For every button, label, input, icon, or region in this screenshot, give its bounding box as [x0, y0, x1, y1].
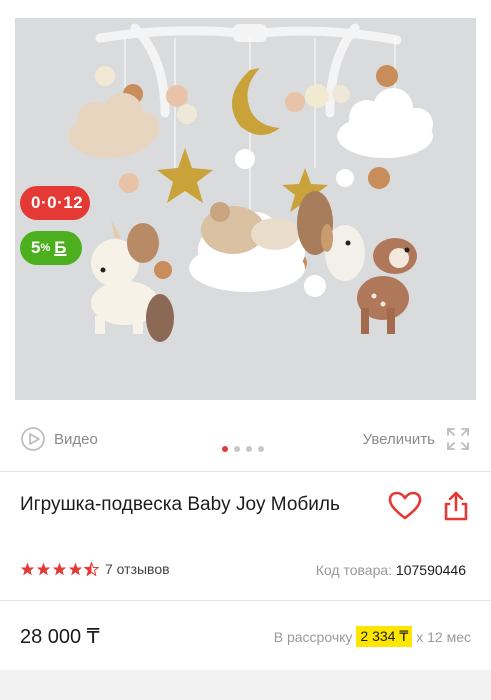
bonus-percent-sign: % [40, 242, 51, 254]
product-code-value: 107590446 [395, 562, 466, 578]
installment-suffix: х 12 мес [416, 628, 471, 645]
installment-prefix: В рассрочку [273, 628, 353, 645]
zoom-button[interactable]: Увеличить [363, 426, 471, 452]
divider [0, 471, 491, 472]
bonus-percent: 5 [31, 238, 41, 257]
pagination-dot[interactable] [246, 446, 252, 452]
favorite-button[interactable] [388, 491, 422, 526]
rating[interactable]: 7 отзывов [20, 561, 170, 577]
share-button[interactable] [442, 490, 470, 527]
star-icon [52, 562, 67, 576]
installment-info[interactable]: В рассрочку 2 334 ₸ х 12 мес [274, 626, 471, 647]
zoom-label: Увеличить [362, 430, 435, 448]
section-separator [0, 670, 491, 700]
reviews-link[interactable]: 7 отзывов [105, 561, 170, 577]
star-icon [20, 562, 35, 576]
installment-badge-text: 0·0·12 [31, 193, 84, 212]
star-icon [36, 562, 51, 576]
expand-icon [447, 428, 469, 450]
pagination-dot[interactable] [222, 446, 228, 452]
pagination-dot[interactable] [258, 446, 264, 452]
bonus-currency: Б [54, 238, 67, 257]
installment-badge: 0·0·12 [20, 186, 90, 220]
rating-stars [20, 562, 99, 576]
video-label: Видео [54, 430, 98, 448]
installment-amount: 2 334 ₸ [356, 626, 413, 647]
media-bar: Видео Увеличить [0, 420, 491, 460]
product-code: Код товара: 107590446 [316, 562, 466, 578]
pagination-dot[interactable] [234, 446, 240, 452]
video-button[interactable]: Видео [20, 426, 98, 452]
share-icon [444, 491, 468, 521]
heart-icon [388, 491, 422, 520]
price: 28 000 ₸ [20, 626, 100, 648]
play-circle-icon [21, 427, 45, 451]
bonus-badge: 5% Б [20, 231, 82, 265]
star-icon [68, 562, 83, 576]
divider [0, 600, 491, 601]
half-star-icon [84, 562, 99, 576]
product-title: Игрушка-подвеска Baby Joy Мобиль [20, 494, 340, 515]
product-code-label: Код товара: [315, 562, 393, 578]
gallery-pagination [222, 446, 264, 452]
